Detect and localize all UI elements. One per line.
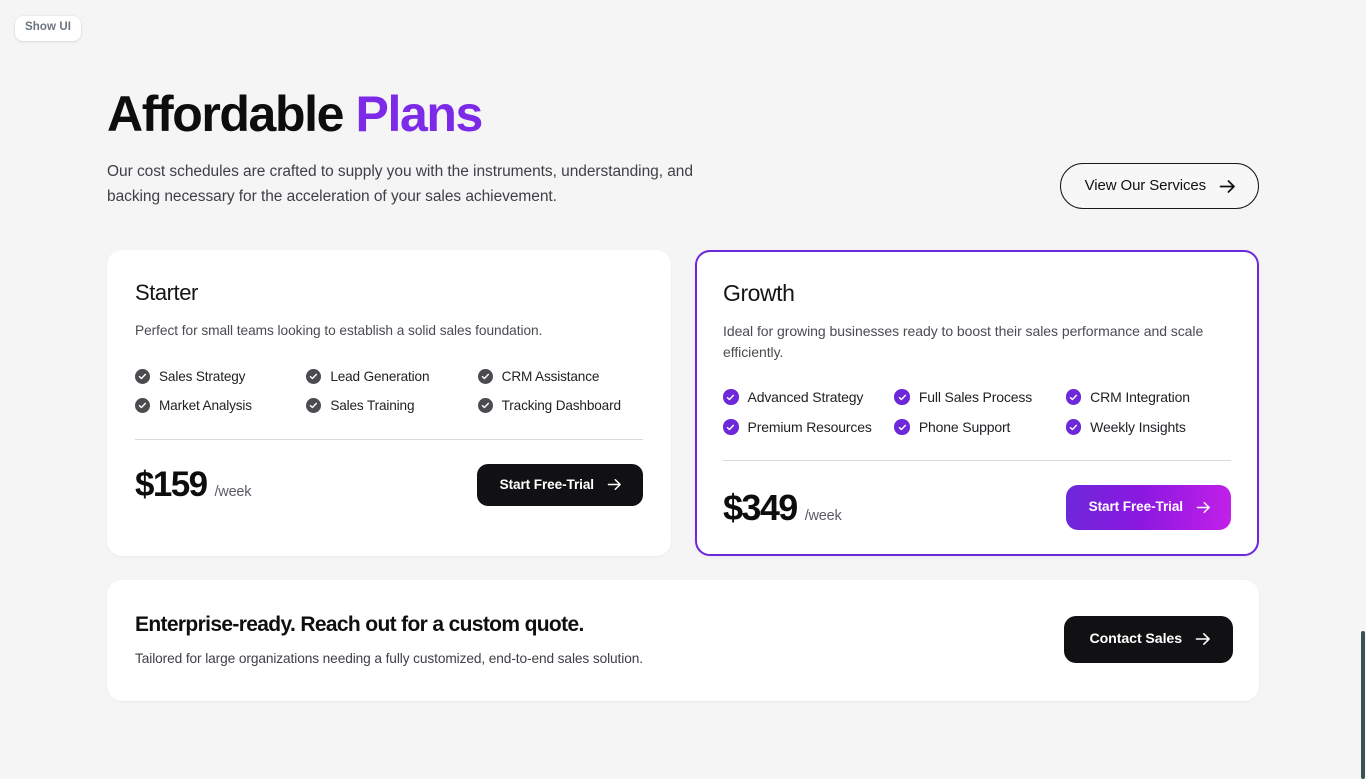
card-divider: [135, 438, 643, 440]
feature-item: Lead Generation: [306, 368, 471, 384]
feature-item: Tracking Dashboard: [477, 397, 643, 413]
price-period: /week: [214, 484, 252, 501]
plan-name: Growth: [723, 280, 795, 307]
feature-label: Market Analysis: [159, 397, 252, 413]
check-circle-icon: [723, 389, 739, 405]
check-circle-icon: [1065, 419, 1082, 435]
check-circle-icon: [135, 397, 150, 413]
check-circle-icon: [477, 397, 493, 413]
plan-name: Starter: [135, 280, 198, 306]
plan-description: Ideal for growing businesses ready to bo…: [723, 323, 1204, 361]
price-amount: $159: [135, 465, 208, 505]
page-title-main: Affordable: [107, 86, 356, 142]
feature-item: Advanced Strategy: [723, 389, 888, 405]
scrollbar-thumb[interactable]: [1361, 631, 1365, 779]
contact-sales-label: Contact Sales: [1089, 630, 1182, 647]
page-subtitle: Our cost schedules are crafted to supply…: [107, 163, 693, 206]
view-our-services-button[interactable]: View Our Services: [1059, 163, 1259, 209]
enterprise-title: Enterprise-ready. Reach out for a custom…: [135, 612, 584, 636]
price-period: /week: [804, 507, 842, 524]
page-title-accent: Plans: [355, 86, 484, 142]
feature-item: Weekly Insights: [1065, 419, 1231, 436]
enterprise-banner: Enterprise-ready. Reach out for a custom…: [107, 579, 1259, 701]
plan-features: Advanced Strategy Full Sales Process CRM…: [723, 389, 1231, 435]
pricing-page: Affordable Plans Our cost schedules are …: [107, 0, 1259, 701]
check-circle-icon: [306, 397, 322, 413]
check-circle-icon: [894, 419, 910, 435]
feature-label: Tracking Dashboard: [501, 397, 621, 413]
feature-label: Sales Strategy: [159, 368, 246, 384]
price-amount: $349: [723, 486, 798, 528]
feature-label: Full Sales Process: [918, 389, 1033, 406]
plan-cards: Starter Perfect for small teams looking …: [107, 250, 1259, 556]
feature-label: Advanced Strategy: [747, 389, 864, 406]
feature-item: Full Sales Process: [894, 389, 1059, 405]
price-row: $349 /week Start Free-Trial: [723, 485, 1231, 530]
arrow-right-icon: [1196, 501, 1211, 514]
view-our-services-label: View Our Services: [1084, 177, 1207, 194]
feature-label: Lead Generation: [330, 368, 430, 384]
feature-item: Sales Training: [306, 397, 471, 413]
price-row: $159 /week Start Free-Trial: [135, 463, 643, 507]
enterprise-text: Enterprise-ready. Reach out for a custom…: [135, 613, 643, 666]
page-title: Affordable Plans: [107, 88, 1259, 141]
price-block: $349 /week: [723, 487, 842, 529]
start-free-trial-label: Start Free-Trial: [499, 476, 594, 492]
feature-label: CRM Assistance: [501, 368, 600, 384]
feature-label: Weekly Insights: [1090, 419, 1186, 436]
price-block: $159 /week: [135, 465, 252, 505]
check-circle-icon: [306, 368, 322, 384]
feature-item: CRM Integration: [1065, 389, 1231, 406]
start-free-trial-button[interactable]: Start Free-Trial: [1065, 485, 1231, 530]
arrow-right-icon: [607, 478, 622, 491]
arrow-right-icon: [1219, 179, 1236, 194]
header-row: Our cost schedules are crafted to supply…: [107, 159, 1259, 209]
check-circle-icon: [135, 368, 150, 384]
feature-item: CRM Assistance: [477, 368, 643, 384]
feature-item: Sales Strategy: [135, 368, 300, 384]
feature-label: Premium Resources: [747, 419, 872, 436]
scrollbar[interactable]: [1360, 0, 1366, 779]
plan-description: Perfect for small teams looking to estab…: [135, 323, 543, 339]
feature-label: Sales Training: [330, 397, 415, 413]
card-divider: [723, 460, 1231, 462]
show-ui-chip[interactable]: Show UI: [15, 16, 82, 41]
plan-card-starter: Starter Perfect for small teams looking …: [107, 250, 671, 556]
arrow-right-icon: [1195, 632, 1211, 646]
feature-label: Phone Support: [918, 419, 1011, 436]
feature-label: CRM Integration: [1090, 389, 1190, 406]
check-circle-icon: [723, 419, 739, 435]
feature-item: Phone Support: [894, 419, 1059, 435]
feature-item: Market Analysis: [135, 397, 300, 413]
contact-sales-button[interactable]: Contact Sales: [1064, 615, 1233, 663]
check-circle-icon: [894, 389, 910, 405]
start-free-trial-label: Start Free-Trial: [1088, 499, 1183, 515]
start-free-trial-button[interactable]: Start Free-Trial: [476, 463, 643, 507]
check-circle-icon: [477, 368, 493, 384]
feature-item: Premium Resources: [723, 419, 888, 435]
check-circle-icon: [1065, 389, 1082, 405]
plan-features: Sales Strategy Lead Generation CRM Assis…: [135, 368, 643, 413]
enterprise-subtitle: Tailored for large organizations needing…: [135, 650, 643, 666]
plan-card-growth: Growth Ideal for growing businesses read…: [695, 250, 1259, 556]
